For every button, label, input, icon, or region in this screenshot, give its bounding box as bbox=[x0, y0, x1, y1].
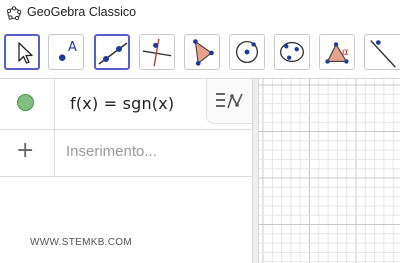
reflect-tool-button[interactable] bbox=[364, 34, 400, 70]
algebra-menu-icon bbox=[216, 93, 243, 109]
point-tool-label: A bbox=[68, 40, 77, 55]
cursor-arrow-icon bbox=[18, 42, 33, 64]
algebra-row[interactable]: f(x) = sgn(x) bbox=[0, 79, 253, 130]
angle-alpha-label: α bbox=[342, 47, 349, 58]
function-expression[interactable]: f(x) = sgn(x) bbox=[70, 94, 174, 113]
circle-three-points-icon bbox=[280, 41, 304, 63]
algebra-input-row[interactable]: + Inserimento... bbox=[0, 130, 252, 177]
circle-three-points-tool-button[interactable] bbox=[274, 34, 310, 70]
visibility-marker bbox=[0, 79, 55, 129]
title-bar: GeoGebra Classico bbox=[0, 0, 400, 26]
reflect-about-line-icon bbox=[370, 40, 396, 68]
geogebra-logo-icon bbox=[6, 6, 22, 21]
graphics-grid bbox=[259, 79, 400, 263]
watermark: WWW.STEMKB.COM bbox=[30, 237, 132, 248]
line-tool-button[interactable] bbox=[94, 34, 130, 70]
perpendicular-line-icon bbox=[142, 38, 172, 67]
plus-icon[interactable]: + bbox=[16, 140, 34, 162]
polygon-tool-button[interactable] bbox=[184, 34, 220, 70]
point-tool-button[interactable]: A bbox=[48, 34, 84, 70]
polygon-icon bbox=[193, 39, 214, 66]
toolbar: A α bbox=[0, 32, 400, 74]
algebra-input-placeholder[interactable]: Inserimento... bbox=[66, 143, 157, 160]
angle-tool-button[interactable]: α bbox=[319, 34, 355, 70]
visibility-toggle[interactable] bbox=[17, 94, 34, 111]
move-tool-button[interactable] bbox=[4, 34, 40, 70]
add-item-marker: + bbox=[0, 130, 55, 176]
circle-with-center-icon bbox=[235, 40, 259, 64]
algebra-view-menu-button[interactable] bbox=[206, 79, 253, 124]
point-icon bbox=[58, 54, 66, 61]
circle-center-tool-button[interactable] bbox=[229, 34, 265, 70]
graphics-view[interactable] bbox=[259, 79, 400, 263]
perpendicular-line-tool-button[interactable] bbox=[139, 34, 175, 70]
view-divider[interactable] bbox=[252, 79, 259, 263]
algebra-view: f(x) = sgn(x) + Inserimento... WWW.STEMK… bbox=[0, 79, 253, 263]
line-through-points-icon bbox=[98, 42, 128, 65]
app-title: GeoGebra Classico bbox=[27, 5, 137, 19]
